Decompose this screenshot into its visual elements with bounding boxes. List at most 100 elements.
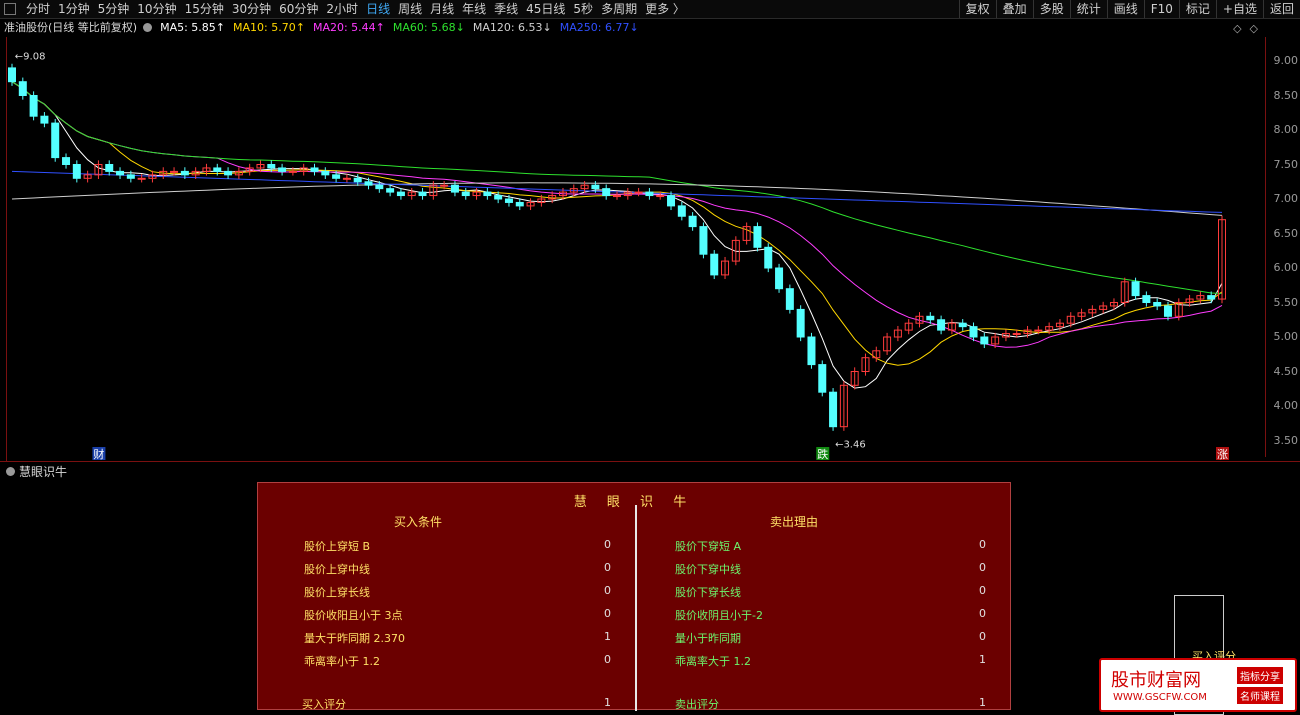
panel-divider[interactable]: [0, 461, 1300, 462]
sell-condition-label: 股价收阴且小于-2: [675, 609, 763, 622]
candle-body: [29, 95, 38, 117]
candle-body: [321, 170, 330, 176]
candle-body: [504, 198, 513, 203]
watermark-logo: 股市财富网 WWW.GSCFW.COM 指标分享 名师课程: [1099, 658, 1297, 712]
period-tab[interactable]: 季线: [490, 0, 522, 18]
candle-body: [213, 167, 222, 172]
candle-body: [677, 205, 686, 217]
toolbar-button[interactable]: F10: [1143, 0, 1179, 18]
candle-body: [137, 177, 146, 180]
candle-body: [105, 164, 114, 172]
buy-header: 买入条件: [394, 515, 443, 529]
period-tab[interactable]: 多周期: [597, 0, 641, 18]
period-tab[interactable]: 10分钟: [133, 0, 180, 18]
buy-condition-label: 股价上穿中线: [304, 563, 370, 576]
panel-toggle-icon[interactable]: [4, 3, 16, 15]
candle-body: [332, 174, 341, 179]
period-tab[interactable]: 2小时: [322, 0, 362, 18]
watermark-main: 股市财富网: [1111, 670, 1201, 691]
buy-condition-label: 量大于昨同期 2.370: [304, 632, 405, 645]
indicator-label[interactable]: 慧眼识牛: [6, 463, 67, 480]
toolbar-button[interactable]: 返回: [1262, 0, 1300, 18]
candle-body: [1163, 305, 1172, 317]
price-tick: 4.00: [1273, 399, 1299, 412]
chart-marker: 跌: [817, 447, 828, 461]
toolbar-button[interactable]: 复权: [958, 0, 996, 18]
watermark-badge-course: 名师课程: [1237, 687, 1283, 704]
period-tab[interactable]: 5秒: [569, 0, 597, 18]
period-tab[interactable]: 45日线: [522, 0, 569, 18]
candle-body: [753, 226, 762, 248]
candle-body: [8, 67, 16, 83]
candle-body: [288, 170, 297, 173]
toolbar-button[interactable]: 统计: [1069, 0, 1107, 18]
period-tab[interactable]: 分时: [22, 0, 54, 18]
period-tab[interactable]: 5分钟: [94, 0, 134, 18]
candle-body: [224, 170, 233, 176]
buy-condition-value: 0: [604, 653, 611, 666]
toolbar-button[interactable]: 多股: [1032, 0, 1070, 18]
period-tab[interactable]: 日线: [362, 0, 394, 18]
period-tab[interactable]: 1分钟: [54, 0, 94, 18]
ma-legend-item: MA5: 5.85↑: [160, 20, 226, 34]
sell-header: 卖出理由: [770, 515, 819, 529]
high-label: ←9.08: [15, 51, 46, 62]
candle-body: [515, 201, 524, 207]
ma-line: [11, 81, 1223, 348]
period-tab[interactable]: 年线: [458, 0, 490, 18]
candle-body: [375, 184, 384, 190]
candle-body: [51, 122, 60, 159]
toolbar-button[interactable]: +自选: [1215, 0, 1263, 18]
candlestick-chart[interactable]: ←9.08 ←3.46 财 跌 涨: [0, 37, 1265, 461]
price-tick: 9.00: [1273, 54, 1299, 67]
period-tab[interactable]: 周线: [394, 0, 426, 18]
candle-body: [353, 177, 362, 183]
diamond-icon[interactable]: ◇: [1233, 22, 1241, 35]
ma-legend-item: MA20: 5.44↑: [312, 20, 385, 34]
candle-body: [440, 184, 449, 187]
chart-marker: 财: [93, 447, 104, 461]
ma-legend-item: MA10: 5.70↑: [233, 20, 305, 34]
settings-dot-icon[interactable]: [143, 22, 153, 32]
candle-body: [1207, 295, 1216, 300]
sell-score-label: 卖出评分: [675, 698, 719, 711]
buy-score-value: 1: [604, 696, 611, 709]
candle-body: [926, 315, 935, 321]
period-tab[interactable]: 15分钟: [181, 0, 228, 18]
toolbar-button[interactable]: 叠加: [995, 0, 1033, 18]
candle-body: [591, 184, 600, 190]
period-tab[interactable]: 60分钟: [275, 0, 322, 18]
toolbar-button[interactable]: 标记: [1178, 0, 1216, 18]
candle-body: [688, 215, 697, 228]
watermark-url: WWW.GSCFW.COM: [1113, 692, 1207, 703]
ma-legend-item: MA120: 6.53↓: [472, 20, 552, 34]
buy-condition-label: 乖离率小于 1.2: [304, 655, 380, 668]
period-tab[interactable]: 30分钟: [228, 0, 275, 18]
candle-body: [1142, 295, 1151, 304]
sell-condition-label: 量小于昨同期: [675, 632, 741, 645]
gear-icon[interactable]: ◇: [1250, 22, 1258, 35]
candle-body: [1153, 302, 1162, 307]
price-tick: 8.00: [1273, 123, 1299, 136]
indicator-dot-icon[interactable]: [6, 467, 15, 476]
candle-body: [785, 288, 794, 310]
ma-line: [11, 81, 1223, 294]
price-tick: 6.00: [1273, 261, 1299, 274]
sell-score-value: 1: [979, 696, 986, 709]
candle-body: [450, 184, 459, 193]
period-tab[interactable]: 更多 〉: [641, 0, 689, 18]
buy-condition-value: 1: [604, 630, 611, 643]
buy-condition-label: 股价上穿长线: [304, 586, 370, 599]
period-list: 分时 1分钟 5分钟 10分钟 15分钟 30分钟 60分钟 2小时 日线 周线 月线 年线 季线 45日…: [22, 0, 689, 18]
price-tick: 7.50: [1273, 157, 1299, 171]
sell-condition-value: 0: [979, 630, 986, 643]
price-tick: 5.50: [1273, 295, 1299, 309]
candle-body: [980, 336, 989, 345]
buy-score-label: 买入评分: [302, 698, 346, 711]
candle-body: [494, 195, 503, 200]
buy-condition-value: 0: [604, 584, 611, 597]
toolbar-button[interactable]: 画线: [1106, 0, 1144, 18]
candle-body: [18, 81, 27, 97]
price-tick: 6.50: [1273, 226, 1299, 240]
period-tab[interactable]: 月线: [426, 0, 458, 18]
